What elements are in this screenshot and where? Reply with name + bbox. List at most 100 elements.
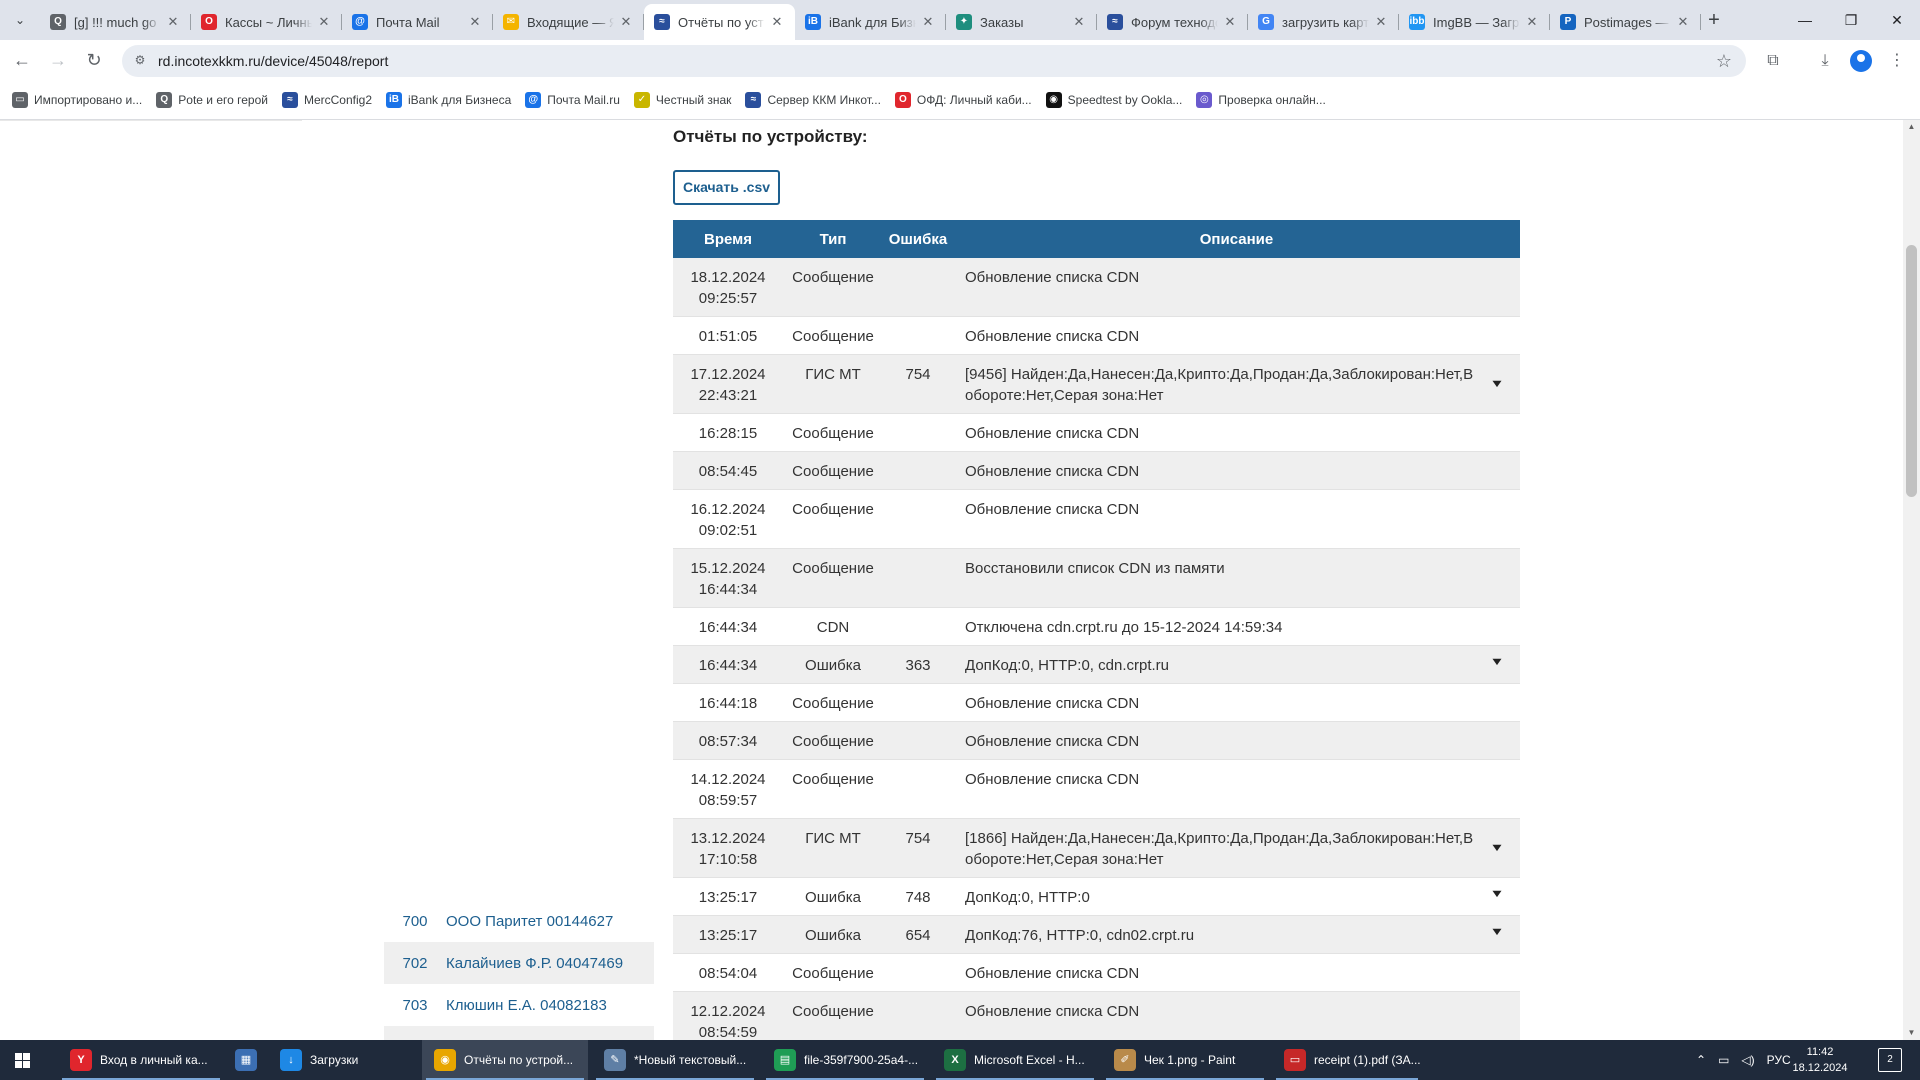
taskbar-app[interactable]: X Microsoft Excel - H... [932,1040,1098,1080]
network-icon[interactable]: ▭ [1718,1053,1729,1067]
browser-tab[interactable]: ibb ImgBB — Загрузить✕ [1399,4,1550,40]
address-bar[interactable]: ⚙ rd.incotexkkm.ru/device/45048/report ☆ [122,45,1746,77]
tab-close-icon[interactable]: ✕ [769,14,785,30]
language-indicator[interactable]: РУС [1767,1053,1791,1067]
downloads-icon[interactable]: ⤓ [1814,50,1836,72]
table-row[interactable]: 16:44:18 Сообщение Обновление списка CDN [673,684,1520,722]
table-row[interactable]: 14.12.2024 08:59:57 Сообщение Обновление сп… [673,760,1520,819]
device-list-item[interactable]: 704Никитин А.А. 04082204 [384,1026,654,1040]
tab-close-icon[interactable]: ✕ [1524,14,1540,30]
bookmark-item[interactable]: ▭ Импортировано и... [12,92,142,108]
chevron-down-icon[interactable]: ▼ [1487,841,1507,855]
table-row[interactable]: 13:25:17 Ошибка 748 ДопКод:0, HTTP:0 ▼ [673,878,1520,916]
extensions-icon[interactable]: ⧉ [1762,50,1784,72]
device-list-item[interactable]: 702 Калайчиев Ф.Р. 04047469 [384,942,654,984]
header-type[interactable]: Тип [783,231,883,248]
profile-avatar[interactable] [1850,50,1872,72]
device-number[interactable]: 700 [384,913,446,930]
bookmark-item[interactable]: @ Почта Mail.ru [525,92,620,108]
bookmark-item[interactable]: ≈ Сервер ККМ Инкот... [745,92,881,108]
device-name[interactable]: Калайчиев Ф.Р. 04047469 [446,955,623,972]
table-row[interactable]: 12.12.2024 08:54:59 Сообщение Обновление сп… [673,992,1520,1040]
browser-tab[interactable]: Q [g] !!! much go ✕ [40,4,191,40]
browser-tab[interactable]: ≈ Отчёты по уст ✕ [644,4,795,40]
table-row[interactable]: 17.12.2024 22:43:21 ГИС МТ 754 [9456] Найден… [673,355,1520,414]
tab-close-icon[interactable]: ✕ [1373,14,1389,30]
taskbar-app[interactable]: ✎ *Новый текстовый... [592,1040,758,1080]
scroll-thumb[interactable] [1906,245,1917,497]
download-csv-button[interactable]: Скачать .csv [673,170,780,205]
page-scrollbar[interactable]: ▲ ▼ [1903,120,1920,1040]
table-row[interactable]: 13.12.2024 17:10:58 ГИС МТ 754 [1866] Найден… [673,819,1520,878]
taskbar-app[interactable]: Y Вход в личный ка... [58,1040,224,1080]
device-number[interactable]: 702 [384,955,446,972]
bookmark-item[interactable]: iB iBank для Бизнеса [386,92,511,108]
notifications-icon[interactable]: 2 [1878,1048,1902,1072]
restore-button[interactable]: ❐ [1828,0,1874,40]
browser-tab[interactable]: O Кассы ~ Личный✕ [191,4,342,40]
bookmark-item[interactable]: ✓ Честный знак [633,92,731,108]
bookmark-item[interactable]: Q Pote и его герой [156,92,268,108]
taskbar-app[interactable]: ▤ file-359f7900-25a4-... [762,1040,928,1080]
device-number[interactable]: 703 [384,997,446,1014]
browser-tab[interactable]: @ Почта Mail ✕ [342,4,493,40]
chevron-down-icon[interactable]: ▼ [1487,887,1507,901]
browser-tab[interactable]: iB iBank для Бизнеса✕ [795,4,946,40]
browser-tab[interactable]: P Postimages — ✕ [1550,4,1701,40]
chevron-down-icon[interactable]: ▼ [1487,655,1507,669]
start-button[interactable] [0,1040,46,1080]
clock[interactable]: 11:42 18.12.2024 [1790,1044,1850,1076]
chevron-down-icon[interactable]: ▼ [1487,925,1507,939]
tab-close-icon[interactable]: ✕ [1222,14,1238,30]
bookmark-star-icon[interactable]: ☆ [1716,51,1732,72]
table-row[interactable]: 08:57:34 Сообщение Обновление списка CDN [673,722,1520,760]
table-row[interactable]: 18.12.2024 09:25:57 Сообщение Обновление сп… [673,258,1520,317]
device-name[interactable]: ООО Паритет 00144627 [446,913,613,930]
browser-tab[interactable]: ✦ Заказы ✕ [946,4,1097,40]
header-error[interactable]: Ошибка [883,231,953,248]
tab-close-icon[interactable]: ✕ [316,14,332,30]
table-row[interactable]: 01:51:05 Сообщение Обновление списка CDN [673,317,1520,355]
table-row[interactable]: 13:25:17 Ошибка 654 ДопКод:76, HTTP:0, cdn0… [673,916,1520,954]
bookmark-item[interactable]: O ОФД: Личный каби... [894,92,1032,108]
header-description[interactable]: Описание [953,231,1520,248]
taskbar-app[interactable]: ↓ Загрузки [268,1040,418,1080]
tab-close-icon[interactable]: ✕ [618,14,634,30]
browser-tab[interactable]: Gзагрузить карт ✕ [1248,4,1399,40]
device-list-item[interactable]: 703 Клюшин Е.А. 04082183 [384,984,654,1026]
menu-kebab-icon[interactable]: ⋮ [1886,50,1908,72]
tab-close-icon[interactable]: ✕ [467,14,483,30]
device-list-item[interactable]: 700 ООО Паритет 00144627 [384,900,654,942]
table-row[interactable]: 16.12.2024 09:02:51 Сообщение Обновление сп… [673,490,1520,549]
device-name[interactable]: Клюшин Е.А. 04082183 [446,997,607,1014]
taskbar-app[interactable]: ◉ Отчёты по устрой... [422,1040,588,1080]
new-tab-button[interactable]: + [1702,8,1726,32]
scroll-up-arrow-icon[interactable]: ▲ [1903,120,1920,134]
back-arrow-icon[interactable]: ← [8,46,36,74]
table-row[interactable]: 16:44:34 Ошибка 363 ДопКод:0, HTTP:0, cdn.c… [673,646,1520,684]
table-row[interactable]: 16:28:15 Сообщение Обновление списка CDN [673,414,1520,452]
tab-close-icon[interactable]: ✕ [920,14,936,30]
reload-icon[interactable]: ↻ [80,46,108,74]
site-info-icon[interactable]: ⚙ [132,53,148,69]
browser-tab[interactable]: ≈ Форум технодок✕ [1097,4,1248,40]
scroll-down-arrow-icon[interactable]: ▼ [1903,1026,1920,1040]
table-row[interactable]: 08:54:04 Сообщение Обновление списка CDN [673,954,1520,992]
forward-arrow-icon[interactable]: → [44,46,72,74]
taskbar-app[interactable]: ✐ Чек 1.png - Paint [1102,1040,1268,1080]
tab-close-icon[interactable]: ✕ [1071,14,1087,30]
tab-close-icon[interactable]: ✕ [165,14,181,30]
bookmark-item[interactable]: ◉ Speedtest by Ookla... [1045,92,1182,108]
taskbar-app[interactable]: ▭ receipt (1).pdf (ЗА... [1272,1040,1422,1080]
chevron-down-icon[interactable]: ▼ [1487,377,1507,391]
table-row[interactable]: 08:54:45 Сообщение Обновление списка CDN [673,452,1520,490]
browser-tab[interactable]: ✉ Входящие — Яндекс✕ [493,4,644,40]
url-text[interactable]: rd.incotexkkm.ru/device/45048/report [158,53,388,69]
tray-expand-icon[interactable]: ⌃ [1696,1053,1706,1067]
volume-icon[interactable]: ◁) [1741,1053,1754,1067]
tab-search-icon[interactable]: ⌄ [8,8,32,32]
table-row[interactable]: 15.12.2024 16:44:34 Сообщение Восстановили … [673,549,1520,608]
close-window-button[interactable]: ✕ [1874,0,1920,40]
tab-close-icon[interactable]: ✕ [1675,14,1691,30]
bookmark-item[interactable]: ≈ MercConfig2 [281,92,372,108]
